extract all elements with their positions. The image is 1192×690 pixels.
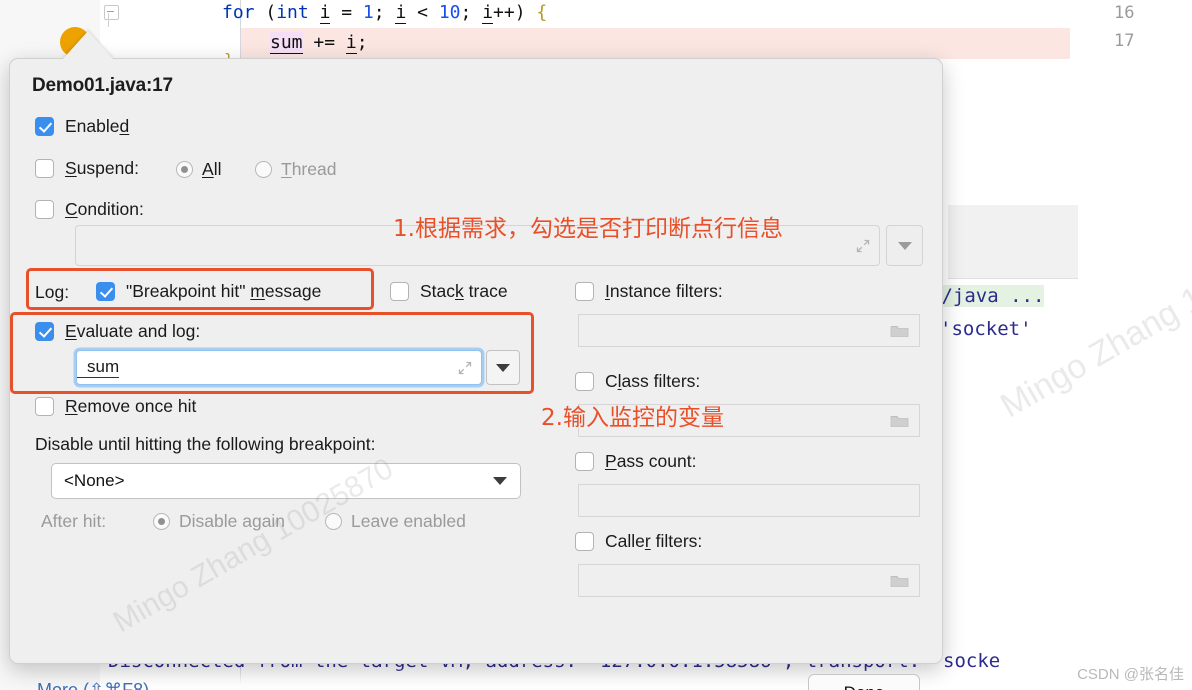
folder-icon[interactable] [890, 573, 909, 588]
after-hit-leave-enabled-option[interactable]: Leave enabled [325, 511, 466, 532]
suspend-thread-radio[interactable] [255, 161, 272, 178]
enabled-row[interactable]: Enabled [35, 116, 129, 137]
log-label: Log: [35, 282, 70, 302]
caller-filters-row[interactable]: Caller filters: [575, 531, 702, 552]
evaluate-and-log-input[interactable]: sum [76, 350, 482, 385]
suspend-all-radio[interactable] [176, 161, 193, 178]
suspend-row[interactable]: Suspend: [35, 158, 139, 179]
chevron-down-icon [897, 241, 912, 250]
disable-until-select[interactable]: <None> [51, 463, 521, 499]
after-hit-leave-enabled-radio[interactable] [325, 513, 342, 530]
after-hit-label: After hit: [41, 511, 107, 531]
expand-icon[interactable] [457, 360, 473, 376]
pass-count-input[interactable] [578, 484, 920, 517]
caller-filters-checkbox[interactable] [575, 532, 594, 551]
chevron-down-icon [496, 363, 510, 372]
suspend-thread-label: Thread [281, 159, 337, 179]
breakpoint-hit-message-label: "Breakpoint hit" message [126, 281, 322, 301]
annotation-text-2: 2.输入监控的变量 [541, 405, 724, 431]
stack-trace-checkbox[interactable] [390, 282, 409, 301]
instance-filters-row[interactable]: Instance filters: [575, 281, 723, 302]
condition-row[interactable]: Condition: [35, 199, 144, 220]
folder-icon[interactable] [890, 413, 909, 428]
stack-trace-label: Stack trace [420, 281, 508, 301]
breakpoint-hit-message-checkbox[interactable] [96, 282, 115, 301]
instance-filters-checkbox[interactable] [575, 282, 594, 301]
disable-until-label: Disable until hitting the following brea… [35, 434, 376, 454]
csdn-watermark: CSDN @张名佳 [1077, 666, 1184, 683]
class-filters-checkbox[interactable] [575, 372, 594, 391]
panel-row-2 [948, 241, 1078, 279]
done-button[interactable]: Done [808, 674, 920, 690]
evaluate-and-log-label: Evaluate and log: [65, 321, 201, 341]
code-line-17: sum += i; [270, 32, 368, 54]
breakpoint-settings-popup: Demo01.java:17 Enabled Suspend: All Thre… [9, 58, 943, 690]
class-filters-label: Class filters: [605, 371, 701, 391]
console-bottom-fade [100, 668, 1192, 690]
code-fold-line [108, 13, 109, 27]
remove-once-hit-checkbox[interactable] [35, 397, 54, 416]
pass-count-checkbox[interactable] [575, 452, 594, 471]
code-line-16: for (int i = 1; i < 10; i++) { [222, 2, 548, 24]
suspend-all-label: All [202, 159, 222, 179]
pass-count-row[interactable]: Pass count: [575, 451, 696, 472]
after-hit-disable-again-radio[interactable] [153, 513, 170, 530]
expand-icon[interactable] [855, 238, 871, 254]
suspend-label: Suspend: [65, 158, 139, 178]
caller-filters-input[interactable] [578, 564, 920, 597]
remove-once-hit-row[interactable]: Remove once hit [35, 396, 196, 417]
chevron-down-icon [493, 477, 507, 485]
enabled-checkbox[interactable] [35, 117, 54, 136]
screenshot-root: 16 17 for (int i = 1; i < 10; i++) { sum… [0, 0, 1192, 690]
remove-once-hit-label: Remove once hit [65, 396, 197, 416]
evaluate-and-log-row[interactable]: Evaluate and log: [35, 321, 200, 342]
popup-pointer-arrow [62, 31, 114, 60]
after-hit-disable-again-option[interactable]: Disable again [153, 511, 285, 532]
suspend-checkbox[interactable] [35, 159, 54, 178]
evaluate-and-log-value: sum [77, 357, 120, 378]
line-number-17: 17 [1114, 31, 1135, 51]
breakpoint-hit-message-row[interactable]: "Breakpoint hit" message [96, 281, 321, 302]
condition-label: Condition: [65, 199, 144, 219]
annotation-text-1: 1.根据需求，勾选是否打印断点行信息 [393, 216, 783, 242]
instance-filters-label: Instance filters: [605, 281, 723, 301]
line-number-16: 16 [1114, 3, 1135, 23]
condition-checkbox[interactable] [35, 200, 54, 219]
popup-title: Demo01.java:17 [32, 75, 173, 96]
stack-trace-row[interactable]: Stack trace [390, 281, 508, 302]
console-line-socket: 'socket' [940, 318, 1032, 340]
more-link[interactable]: More (⇧⌘F8) [37, 680, 149, 690]
disable-until-value: <None> [64, 471, 125, 490]
class-filters-row[interactable]: Class filters: [575, 371, 700, 392]
folder-icon[interactable] [890, 323, 909, 338]
caller-filters-label: Caller filters: [605, 531, 703, 551]
evaluate-and-log-dropdown-button[interactable] [486, 350, 520, 385]
pass-count-label: Pass count: [605, 451, 697, 471]
condition-dropdown-button[interactable] [886, 225, 923, 266]
enabled-label: Enabled [65, 116, 130, 136]
panel-row-1 [948, 205, 1078, 242]
instance-filters-input[interactable] [578, 314, 920, 347]
suspend-thread-option[interactable]: Thread [255, 159, 336, 180]
after-hit-disable-again-label: Disable again [179, 511, 286, 531]
console-line-java: n/java ... [930, 285, 1045, 307]
evaluate-and-log-checkbox[interactable] [35, 322, 54, 341]
suspend-all-option[interactable]: All [176, 159, 221, 180]
code-fold-icon[interactable] [103, 0, 119, 24]
after-hit-leave-enabled-label: Leave enabled [351, 511, 466, 531]
